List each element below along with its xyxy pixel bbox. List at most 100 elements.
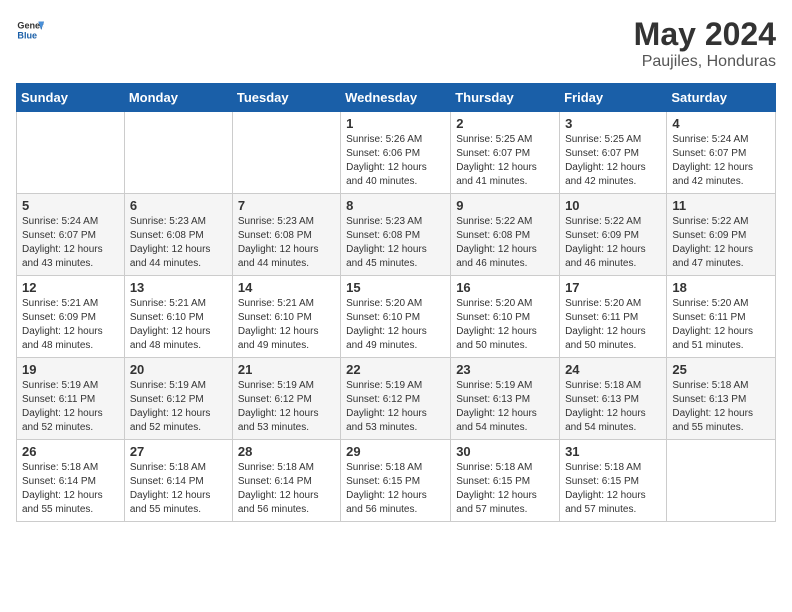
day-number: 10: [565, 198, 661, 213]
calendar-cell: 20Sunrise: 5:19 AM Sunset: 6:12 PM Dayli…: [124, 358, 232, 440]
day-number: 31: [565, 444, 661, 459]
day-number: 15: [346, 280, 445, 295]
day-number: 12: [22, 280, 119, 295]
calendar-cell: 16 Sunrise: 5:20 AM Sunset: 6:10 PM Dayli…: [451, 276, 560, 358]
weekday-header-sunday: Sunday: [17, 84, 125, 112]
day-number: 8: [346, 198, 445, 213]
calendar-cell: 10 Sunrise: 5:22 AM Sunset: 6:09 PM Dayli…: [560, 194, 667, 276]
calendar-cell: 24 Sunrise: 5:18 AM Sunset: 6:13 PM Dayli…: [560, 358, 667, 440]
calendar-cell: 18 Sunrise: 5:20 AM Sunset: 6:11 PM Dayli…: [667, 276, 776, 358]
calendar-cell: 3 Sunrise: 5:25 AM Sunset: 6:07 PM Daylig…: [560, 112, 667, 194]
day-number: 5: [22, 198, 119, 213]
day-number: 17: [565, 280, 661, 295]
day-info: Sunrise: 5:25 AM Sunset: 6:07 PM Dayligh…: [456, 133, 554, 189]
day-number: 3: [565, 116, 661, 131]
day-info: Sunrise: 5:19 AM Sunset: 6:11 PM Dayligh…: [22, 379, 119, 435]
day-number: 19: [22, 362, 119, 377]
day-info: Sunrise: 5:20 AM Sunset: 6:10 PM Dayligh…: [346, 297, 445, 353]
day-info: Sunrise: 5:23 AM Sunset: 6:08 PM Dayligh…: [238, 215, 335, 271]
day-info: Sunrise: 5:18 AM Sunset: 6:14 PM Dayligh…: [130, 461, 227, 517]
weekday-header-monday: Monday: [124, 84, 232, 112]
calendar-cell: 23 Sunrise: 5:19 AM Sunset: 6:13 PM Dayli…: [451, 358, 560, 440]
calendar-cell: 4 Sunrise: 5:24 AM Sunset: 6:07 PM Daylig…: [667, 112, 776, 194]
day-number: 14: [238, 280, 335, 295]
day-number: 13: [130, 280, 227, 295]
weekday-header-tuesday: Tuesday: [232, 84, 340, 112]
svg-text:Blue: Blue: [17, 30, 37, 40]
day-info: Sunrise: 5:26 AM Sunset: 6:06 PM Dayligh…: [346, 133, 445, 189]
day-number: 27: [130, 444, 227, 459]
day-number: 16: [456, 280, 554, 295]
day-number: 4: [672, 116, 770, 131]
month-title: May 2024: [634, 16, 776, 53]
day-number: 30: [456, 444, 554, 459]
day-number: 25: [672, 362, 770, 377]
calendar-cell: 22 Sunrise: 5:19 AM Sunset: 6:12 PM Dayli…: [341, 358, 451, 440]
calendar-cell: [232, 112, 340, 194]
calendar-cell: [17, 112, 125, 194]
weekday-header-wednesday: Wednesday: [341, 84, 451, 112]
day-number: 26: [22, 444, 119, 459]
day-info: Sunrise: 5:20 AM Sunset: 6:11 PM Dayligh…: [672, 297, 770, 353]
calendar-cell: 17 Sunrise: 5:20 AM Sunset: 6:11 PM Dayli…: [560, 276, 667, 358]
day-number: 2: [456, 116, 554, 131]
day-number: 24: [565, 362, 661, 377]
calendar-cell: 30 Sunrise: 5:18 AM Sunset: 6:15 PM Dayli…: [451, 440, 560, 522]
day-info: Sunrise: 5:21 AM Sunset: 6:09 PM Dayligh…: [22, 297, 119, 353]
page-header: General Blue May 2024 Paujiles, Honduras: [16, 16, 776, 71]
logo-icon: General Blue: [16, 16, 44, 44]
calendar-cell: 27 Sunrise: 5:18 AM Sunset: 6:14 PM Dayli…: [124, 440, 232, 522]
day-info: Sunrise: 5:19 AM Sunset: 6:12 PM Dayligh…: [238, 379, 335, 435]
calendar-cell: 12 Sunrise: 5:21 AM Sunset: 6:09 PM Dayli…: [17, 276, 125, 358]
day-number: 11: [672, 198, 770, 213]
calendar-cell: 1 Sunrise: 5:26 AM Sunset: 6:06 PM Daylig…: [341, 112, 451, 194]
day-info: Sunrise: 5:18 AM Sunset: 6:13 PM Dayligh…: [565, 379, 661, 435]
calendar-cell: 9 Sunrise: 5:22 AM Sunset: 6:08 PM Daylig…: [451, 194, 560, 276]
day-info: Sunrise: 5:24 AM Sunset: 6:07 PM Dayligh…: [22, 215, 119, 271]
title-block: May 2024 Paujiles, Honduras: [634, 16, 776, 71]
day-info: Sunrise: 5:19 AM Sunset: 6:12 PM Dayligh…: [346, 379, 445, 435]
calendar-cell: [667, 440, 776, 522]
calendar-cell: 15 Sunrise: 5:20 AM Sunset: 6:10 PM Dayli…: [341, 276, 451, 358]
calendar-week-4: 19 Sunrise: 5:19 AM Sunset: 6:11 PM Dayli…: [17, 358, 776, 440]
day-info: Sunrise: 5:22 AM Sunset: 6:09 PM Dayligh…: [672, 215, 770, 271]
calendar-cell: 31Sunrise: 5:18 AM Sunset: 6:15 PM Dayli…: [560, 440, 667, 522]
day-info: Sunrise: 5:22 AM Sunset: 6:08 PM Dayligh…: [456, 215, 554, 271]
day-number: 1: [346, 116, 445, 131]
day-number: 9: [456, 198, 554, 213]
day-info: Sunrise: 5:22 AM Sunset: 6:09 PM Dayligh…: [565, 215, 661, 271]
day-info: Sunrise: 5:18 AM Sunset: 6:15 PM Dayligh…: [456, 461, 554, 517]
calendar-cell: 28Sunrise: 5:18 AM Sunset: 6:14 PM Dayli…: [232, 440, 340, 522]
calendar-cell: 14Sunrise: 5:21 AM Sunset: 6:10 PM Dayli…: [232, 276, 340, 358]
day-info: Sunrise: 5:25 AM Sunset: 6:07 PM Dayligh…: [565, 133, 661, 189]
day-number: 18: [672, 280, 770, 295]
day-info: Sunrise: 5:23 AM Sunset: 6:08 PM Dayligh…: [346, 215, 445, 271]
calendar-cell: 6Sunrise: 5:23 AM Sunset: 6:08 PM Daylig…: [124, 194, 232, 276]
calendar-week-1: 1 Sunrise: 5:26 AM Sunset: 6:06 PM Daylig…: [17, 112, 776, 194]
calendar-cell: 26 Sunrise: 5:18 AM Sunset: 6:14 PM Dayli…: [17, 440, 125, 522]
day-info: Sunrise: 5:18 AM Sunset: 6:14 PM Dayligh…: [22, 461, 119, 517]
day-info: Sunrise: 5:21 AM Sunset: 6:10 PM Dayligh…: [130, 297, 227, 353]
calendar-cell: 29Sunrise: 5:18 AM Sunset: 6:15 PM Dayli…: [341, 440, 451, 522]
calendar-week-3: 12 Sunrise: 5:21 AM Sunset: 6:09 PM Dayli…: [17, 276, 776, 358]
day-info: Sunrise: 5:20 AM Sunset: 6:10 PM Dayligh…: [456, 297, 554, 353]
calendar-cell: 13 Sunrise: 5:21 AM Sunset: 6:10 PM Dayli…: [124, 276, 232, 358]
day-info: Sunrise: 5:24 AM Sunset: 6:07 PM Dayligh…: [672, 133, 770, 189]
calendar-cell: 21 Sunrise: 5:19 AM Sunset: 6:12 PM Dayli…: [232, 358, 340, 440]
day-number: 23: [456, 362, 554, 377]
day-number: 22: [346, 362, 445, 377]
calendar-cell: 7Sunrise: 5:23 AM Sunset: 6:08 PM Daylig…: [232, 194, 340, 276]
day-info: Sunrise: 5:19 AM Sunset: 6:13 PM Dayligh…: [456, 379, 554, 435]
logo: General Blue: [16, 16, 44, 44]
day-info: Sunrise: 5:18 AM Sunset: 6:13 PM Dayligh…: [672, 379, 770, 435]
calendar-week-2: 5 Sunrise: 5:24 AM Sunset: 6:07 PM Daylig…: [17, 194, 776, 276]
calendar-cell: 5 Sunrise: 5:24 AM Sunset: 6:07 PM Daylig…: [17, 194, 125, 276]
weekday-header-thursday: Thursday: [451, 84, 560, 112]
calendar-cell: 11 Sunrise: 5:22 AM Sunset: 6:09 PM Dayli…: [667, 194, 776, 276]
calendar-cell: 25 Sunrise: 5:18 AM Sunset: 6:13 PM Dayli…: [667, 358, 776, 440]
day-info: Sunrise: 5:20 AM Sunset: 6:11 PM Dayligh…: [565, 297, 661, 353]
location-title: Paujiles, Honduras: [634, 53, 776, 71]
day-number: 29: [346, 444, 445, 459]
day-number: 20: [130, 362, 227, 377]
day-number: 21: [238, 362, 335, 377]
